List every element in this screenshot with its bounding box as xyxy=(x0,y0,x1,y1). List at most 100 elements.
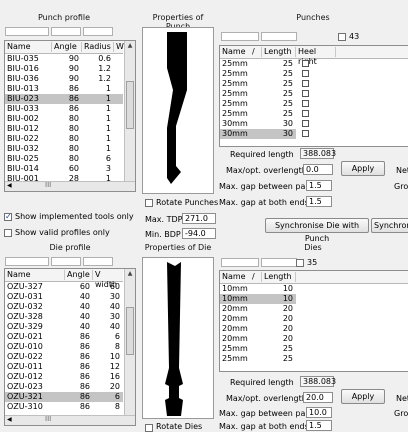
heel-right-checkbox[interactable] xyxy=(302,130,309,137)
table-row[interactable]: 20mm 20 xyxy=(220,304,340,314)
punches-apply-button[interactable]: Apply xyxy=(341,161,385,176)
heel-right-checkbox[interactable] xyxy=(302,70,309,77)
table-row[interactable]: BIU-014 60 3 xyxy=(5,164,123,174)
table-row[interactable]: OZU-329 40 40 xyxy=(5,322,123,332)
die-profile-vscroll[interactable]: ▲ xyxy=(124,269,135,416)
table-row[interactable]: BIU-035 90 0.6 xyxy=(5,54,123,64)
table-row[interactable]: 30mm 30 xyxy=(220,119,340,129)
show-valid-checkbox[interactable] xyxy=(4,229,12,237)
table-row[interactable]: 20mm 20 xyxy=(220,324,340,334)
table-row[interactable]: BIU-022 80 1 xyxy=(5,134,123,144)
table-row[interactable]: BIU-002 80 1 xyxy=(5,114,123,124)
table-row[interactable]: BIU-033 86 1 xyxy=(5,104,123,114)
punches-filter-name[interactable] xyxy=(221,32,259,41)
col-name[interactable]: Name xyxy=(5,270,65,280)
col-vwidth[interactable]: V width xyxy=(93,270,123,289)
dies-filter-length[interactable] xyxy=(261,258,297,267)
table-row[interactable]: 25mm 25 xyxy=(220,354,340,364)
rotate-dies-checkbox[interactable] xyxy=(145,424,153,432)
rotate-punches-checkbox[interactable] xyxy=(145,199,153,207)
table-row[interactable]: 25mm 25 xyxy=(220,344,340,354)
punch-profile-vscroll[interactable]: ▲ xyxy=(124,41,135,182)
table-row[interactable]: OZU-021 86 6 xyxy=(5,332,123,342)
heel-right-checkbox[interactable] xyxy=(302,60,309,67)
dies-max-gap-parts-field[interactable]: 10.0 xyxy=(306,407,332,418)
punch-filter-name[interactable] xyxy=(5,27,49,36)
table-row[interactable]: BIU-012 80 1 xyxy=(5,124,123,134)
table-row[interactable]: BIU-023 86 1 xyxy=(5,94,123,104)
table-row[interactable]: OZU-310 86 8 xyxy=(5,402,123,412)
table-row[interactable]: 20mm 20 xyxy=(220,334,340,344)
table-row[interactable]: 25mm 25 xyxy=(220,109,340,119)
dies-max-gap-ends-field[interactable]: 1.5 xyxy=(306,420,332,431)
table-row[interactable]: BIU-025 80 6 xyxy=(5,154,123,164)
col-radius[interactable]: Radius xyxy=(82,42,114,52)
table-row[interactable]: BIU-032 80 1 xyxy=(5,144,123,154)
table-row[interactable]: BIU-016 90 1.2 xyxy=(5,64,123,74)
punch-profile-hscroll[interactable]: ◀ III xyxy=(5,181,135,191)
table-row[interactable]: 25mm 25 xyxy=(220,59,340,69)
col-angle[interactable]: Angle xyxy=(65,270,93,280)
punches-filter-length[interactable] xyxy=(261,32,297,41)
heel-right-checkbox[interactable] xyxy=(302,100,309,107)
punches-max-overlength-field[interactable]: 0.0 xyxy=(303,164,333,175)
table-row[interactable]: OZU-012 86 16 xyxy=(5,372,123,382)
punches-table[interactable]: Name / Length Heel right 25mm2525mm2525m… xyxy=(219,45,408,147)
scroll-up-icon[interactable]: ▲ xyxy=(125,269,135,279)
col-name[interactable]: Name xyxy=(220,272,250,282)
table-row[interactable]: OZU-327 60 60 xyxy=(5,282,123,292)
dies-table[interactable]: Name / Length 10mm 10 10mm 10 20mm 20 20mm 20 20… xyxy=(219,270,408,372)
punch-profile-table[interactable]: Name Angle Radius W BIU-035 90 0.6 BIU-016 9… xyxy=(4,40,136,192)
die-filter-name[interactable] xyxy=(5,257,49,266)
punches-count-checkbox[interactable] xyxy=(338,33,346,41)
table-row[interactable]: 20mm 20 xyxy=(220,314,340,324)
col-sort[interactable]: / xyxy=(250,47,262,57)
table-row[interactable]: OZU-022 86 10 xyxy=(5,352,123,362)
table-row[interactable]: OZU-010 86 8 xyxy=(5,342,123,352)
scroll-left-icon[interactable]: ◀ xyxy=(7,416,12,423)
dies-apply-button[interactable]: Apply xyxy=(341,389,385,404)
col-w[interactable]: W xyxy=(114,42,124,52)
scroll-up-icon[interactable]: ▲ xyxy=(125,41,135,51)
heel-right-checkbox[interactable] xyxy=(302,110,309,117)
show-implemented-checkbox[interactable] xyxy=(4,212,12,221)
die-profile-table[interactable]: Name Angle V width OZU-327 60 60 OZU-031 40 3… xyxy=(4,268,136,426)
table-row[interactable]: 10mm 10 xyxy=(220,294,340,304)
table-row[interactable]: OZU-031 40 30 xyxy=(5,292,123,302)
col-name[interactable]: Name xyxy=(220,47,250,57)
scroll-left-icon[interactable]: ◀ xyxy=(7,182,12,189)
synchronise-button[interactable]: Synchroni xyxy=(371,218,408,233)
punch-filter-angle[interactable] xyxy=(51,27,81,36)
table-row[interactable]: 25mm 25 xyxy=(220,99,340,109)
punch-filter-radius[interactable] xyxy=(83,27,113,36)
col-angle[interactable]: Angle xyxy=(52,42,82,52)
table-row[interactable]: OZU-032 40 40 xyxy=(5,302,123,312)
heel-right-checkbox[interactable] xyxy=(302,80,309,87)
sync-die-with-punch-button[interactable]: Synchronise Die with Punch xyxy=(265,218,369,243)
heel-right-checkbox[interactable] xyxy=(302,90,309,97)
col-length[interactable]: Length xyxy=(262,47,296,57)
col-sort[interactable]: / xyxy=(250,272,262,282)
punches-max-gap-ends-field[interactable]: 1.5 xyxy=(306,196,332,207)
table-row[interactable]: BIU-013 86 1 xyxy=(5,84,123,94)
table-row[interactable]: 25mm 25 xyxy=(220,69,340,79)
table-row[interactable]: OZU-011 86 12 xyxy=(5,362,123,372)
dies-filter-name[interactable] xyxy=(221,258,259,267)
punches-max-gap-parts-field[interactable]: 1.5 xyxy=(306,180,332,191)
dies-max-overlength-field[interactable]: 20.0 xyxy=(303,392,333,403)
col-name[interactable]: Name xyxy=(5,42,52,52)
dies-count-checkbox[interactable] xyxy=(296,259,304,267)
die-filter-angle[interactable] xyxy=(51,257,81,266)
table-row[interactable]: 25mm 25 xyxy=(220,89,340,99)
table-row[interactable]: OZU-321 86 6 xyxy=(5,392,123,402)
heel-right-checkbox[interactable] xyxy=(302,120,309,127)
table-row[interactable]: 10mm 10 xyxy=(220,284,340,294)
die-filter-vwidth[interactable] xyxy=(83,257,113,266)
scroll-thumb[interactable] xyxy=(126,81,134,129)
max-tdp-field[interactable]: 271.0 xyxy=(182,213,216,224)
table-row[interactable]: OZU-023 86 20 xyxy=(5,382,123,392)
table-row[interactable]: 30mm 30 xyxy=(220,129,340,139)
min-bdp-field[interactable]: -94.0 xyxy=(182,228,216,239)
table-row[interactable]: BIU-036 90 1.2 xyxy=(5,74,123,84)
col-length[interactable]: Length xyxy=(262,272,296,282)
